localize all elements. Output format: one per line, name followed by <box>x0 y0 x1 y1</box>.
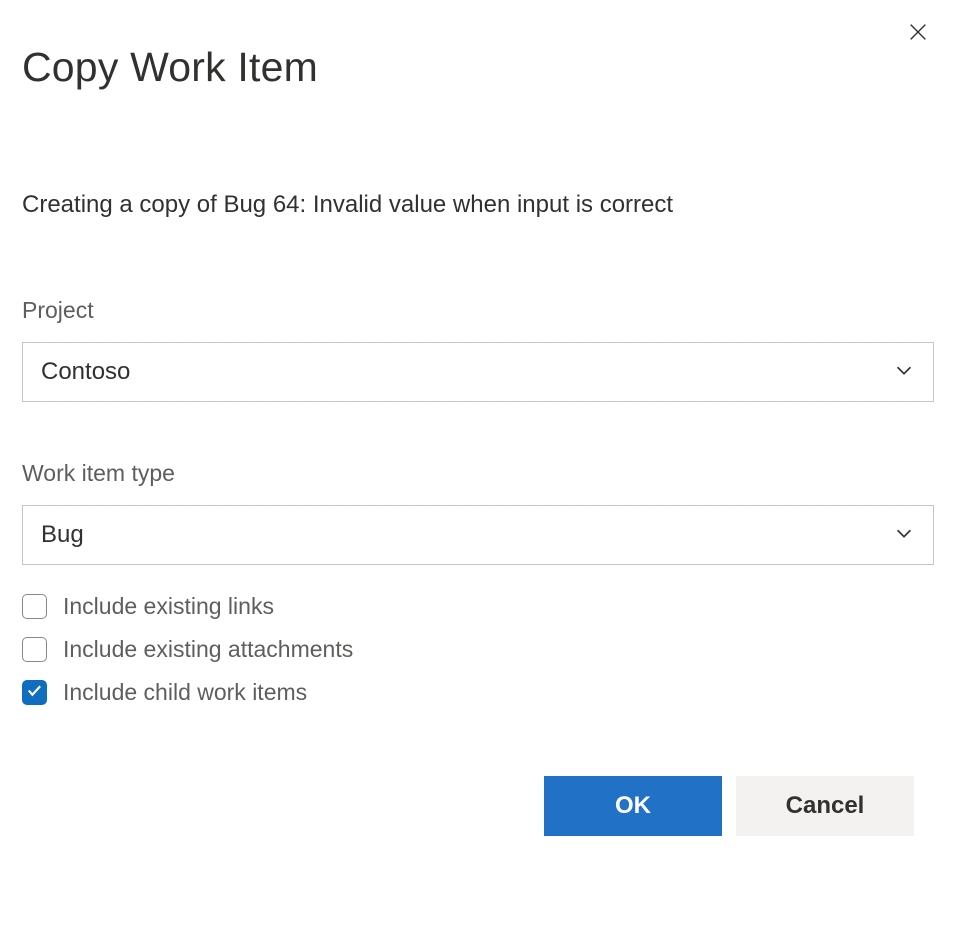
include-links-row: Include existing links <box>22 593 934 620</box>
include-children-label[interactable]: Include child work items <box>63 679 307 706</box>
checkmark-icon <box>26 682 43 704</box>
chevron-down-icon <box>893 359 915 386</box>
include-children-row: Include child work items <box>22 679 934 706</box>
include-attachments-checkbox[interactable] <box>22 637 47 662</box>
include-attachments-row: Include existing attachments <box>22 636 934 663</box>
include-links-checkbox[interactable] <box>22 594 47 619</box>
project-value: Contoso <box>41 358 130 386</box>
cancel-button[interactable]: Cancel <box>736 776 914 836</box>
work-item-type-value: Bug <box>41 521 84 549</box>
dialog-description: Creating a copy of Bug 64: Invalid value… <box>22 191 934 219</box>
chevron-down-icon <box>893 522 915 549</box>
close-button[interactable] <box>902 18 934 50</box>
include-children-checkbox[interactable] <box>22 680 47 705</box>
project-dropdown[interactable]: Contoso <box>22 342 934 402</box>
project-label: Project <box>22 297 934 324</box>
include-links-label[interactable]: Include existing links <box>63 593 274 620</box>
checkbox-list: Include existing links Include existing … <box>22 593 934 706</box>
ok-button[interactable]: OK <box>544 776 722 836</box>
include-attachments-label[interactable]: Include existing attachments <box>63 636 353 663</box>
work-item-type-label: Work item type <box>22 460 934 487</box>
button-row: OK Cancel <box>22 776 934 836</box>
work-item-type-field-group: Work item type Bug <box>22 460 934 565</box>
close-icon <box>907 21 929 48</box>
dialog-title: Copy Work Item <box>22 44 934 91</box>
work-item-type-dropdown[interactable]: Bug <box>22 505 934 565</box>
project-field-group: Project Contoso <box>22 297 934 402</box>
